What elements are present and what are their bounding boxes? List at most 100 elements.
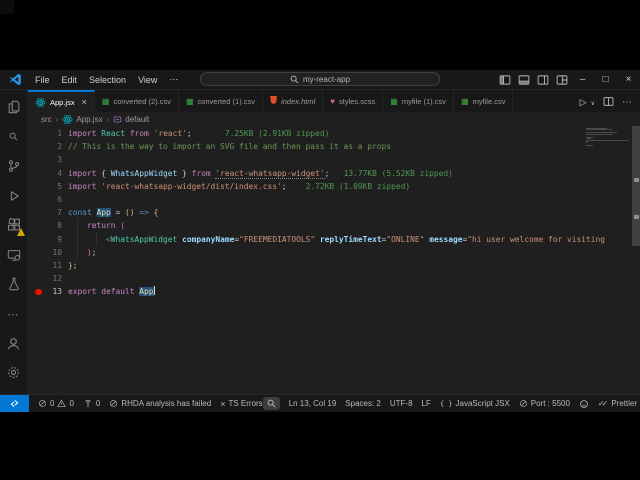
toggle-sidebar-button[interactable] (495, 70, 514, 89)
tab-app.jsx[interactable]: App.jsx× (28, 90, 95, 112)
more-actions-button[interactable]: ⋯ (622, 92, 632, 110)
activity-remote-window-button[interactable] (2, 243, 26, 268)
search-icon (290, 75, 299, 84)
code-line[interactable]: 9 <WhatsAppWidget companyName="FREEMEDIA… (28, 233, 640, 246)
status-remote-indicator[interactable] (0, 395, 29, 412)
code-line[interactable]: 7const App = () => { (28, 206, 640, 219)
minimize-button[interactable]: – (571, 70, 594, 89)
code-line[interactable]: 11}; (28, 259, 640, 272)
status-problems[interactable]: 00 (38, 399, 74, 408)
status-ts-errors[interactable]: ×TS Errors (220, 399, 263, 409)
close-tab-icon[interactable]: × (82, 97, 87, 107)
status-search[interactable] (263, 397, 280, 410)
text-cursor (154, 286, 155, 295)
activity-testing-button[interactable] (2, 272, 26, 297)
code-line[interactable]: 10 ); (28, 246, 640, 259)
tab-styles.scss[interactable]: ♥styles.scss (323, 90, 383, 112)
status-rhda-analysis-label: RHDA analysis has failed (121, 399, 211, 408)
menu-item-[interactable]: ⋯ (163, 74, 184, 85)
status-feedback[interactable] (579, 399, 589, 409)
code-text: export default App (62, 285, 155, 298)
activity-extensions-button[interactable] (2, 213, 26, 238)
editor-scrollbar[interactable] (632, 126, 640, 246)
line-gutter[interactable]: 4 (28, 167, 62, 180)
status-prettier[interactable]: ✓✓Prettier (598, 399, 637, 408)
menu-item-view[interactable]: View (132, 75, 163, 85)
breadcrumb[interactable]: src›App.jsx›default (28, 112, 640, 126)
line-gutter[interactable]: 11 (28, 259, 62, 272)
line-gutter[interactable]: 7 (28, 206, 62, 219)
status-eol[interactable]: LF (422, 399, 431, 408)
tab-converted-1-.csv[interactable]: ▦converted (1).csv (179, 90, 263, 112)
smiley-icon (579, 399, 589, 409)
maximize-button[interactable]: □ (594, 70, 617, 89)
status-live-server-port[interactable]: Port : 5500 (519, 399, 570, 408)
menu-item-file[interactable]: File (29, 75, 56, 85)
activity-account-button[interactable] (2, 331, 26, 356)
code-line[interactable]: 6 (28, 193, 640, 206)
tab-bar: App.jsx×▦converted (2).csv▦converted (1)… (28, 90, 640, 112)
run-button[interactable]: ▷ (580, 92, 587, 110)
line-gutter[interactable]: 9 (28, 233, 62, 246)
status-right: Ln 13, Col 19 Spaces: 2 UTF-8 LF { }JavaScri… (263, 397, 640, 410)
activity-search-button[interactable] (2, 125, 26, 150)
code-line[interactable]: 2// This is the way to import an SVG fil… (28, 140, 640, 153)
tab-index.html[interactable]: index.html (263, 90, 323, 112)
breadcrumb-separator: › (56, 115, 59, 124)
line-gutter[interactable]: 13 (28, 285, 62, 298)
status-forwarded-ports[interactable]: 0 (83, 399, 100, 409)
menu-item-selection[interactable]: Selection (83, 75, 132, 85)
menu-item-edit[interactable]: Edit (56, 75, 84, 85)
close-button[interactable]: × (617, 70, 640, 89)
code-line[interactable]: 8 return ( (28, 219, 640, 232)
line-gutter[interactable]: 1 (28, 127, 62, 140)
status-indentation[interactable]: Spaces: 2 (345, 399, 381, 408)
activity-explorer-button[interactable] (2, 95, 26, 120)
line-gutter[interactable]: 6 (28, 193, 62, 206)
tab-myfile.csv[interactable]: ▦myfile.csv (454, 90, 513, 112)
customize-layout-button[interactable] (552, 70, 571, 89)
breadcrumb-item-default[interactable]: default (113, 115, 149, 124)
line-number: 4 (28, 167, 62, 180)
status-rhda-analysis[interactable]: RHDA analysis has failed (109, 399, 211, 408)
status-problems-label: 0 (69, 399, 73, 408)
line-number: 12 (28, 272, 62, 285)
toggle-secondary-sidebar-button[interactable] (533, 70, 552, 89)
code-line[interactable]: 4import { WhatsAppWidget } from 'react-w… (28, 167, 640, 180)
status-encoding[interactable]: UTF-8 (390, 399, 413, 408)
line-gutter[interactable]: 10 (28, 246, 62, 259)
activity-settings-button[interactable] (2, 361, 26, 386)
slash-icon (519, 399, 528, 408)
command-center-search[interactable]: my-react-app (200, 72, 440, 86)
line-number: 11 (28, 259, 62, 272)
status-language-mode[interactable]: { }JavaScript JSX (440, 399, 510, 408)
code-line[interactable]: 3 (28, 153, 640, 166)
code-line[interactable]: 13export default App (28, 285, 640, 298)
code-line[interactable]: 12 (28, 272, 640, 285)
breadcrumb-item-app-jsx[interactable]: App.jsx (62, 114, 102, 125)
minimap-line (586, 140, 629, 141)
status-cursor-position[interactable]: Ln 13, Col 19 (289, 399, 337, 408)
activity-run-debug-button[interactable] (2, 184, 26, 209)
toggle-panel-button[interactable] (514, 70, 533, 89)
status-problems-label: 0 (50, 399, 54, 408)
overview-ruler-mark (634, 215, 639, 219)
line-gutter[interactable]: 5 (28, 180, 62, 193)
code-text: import React from 'react'; 7.25KB (2.91K… (62, 127, 329, 140)
tab-converted-2-.csv[interactable]: ▦converted (2).csv (95, 90, 179, 112)
line-gutter[interactable]: 2 (28, 140, 62, 153)
activity-more-button[interactable]: ⋯ (2, 302, 26, 327)
minimap[interactable] (586, 128, 630, 147)
line-gutter[interactable]: 12 (28, 272, 62, 285)
tab-myfile-1-.csv[interactable]: ▦myfile (1).csv (383, 90, 454, 112)
code-editor[interactable]: 1import React from 'react'; 7.25KB (2.91… (28, 126, 640, 394)
split-editor-button[interactable] (603, 96, 614, 107)
code-line[interactable]: 1import React from 'react'; 7.25KB (2.91… (28, 127, 640, 140)
line-gutter[interactable]: 3 (28, 153, 62, 166)
line-gutter[interactable]: 8 (28, 219, 62, 232)
activity-source-control-button[interactable] (2, 154, 26, 179)
breadcrumb-item-src[interactable]: src (41, 115, 52, 124)
breakpoint-icon[interactable] (35, 289, 42, 296)
code-line[interactable]: 5import 'react-whatsapp-widget/dist/inde… (28, 180, 640, 193)
code-text: ); (62, 246, 97, 259)
